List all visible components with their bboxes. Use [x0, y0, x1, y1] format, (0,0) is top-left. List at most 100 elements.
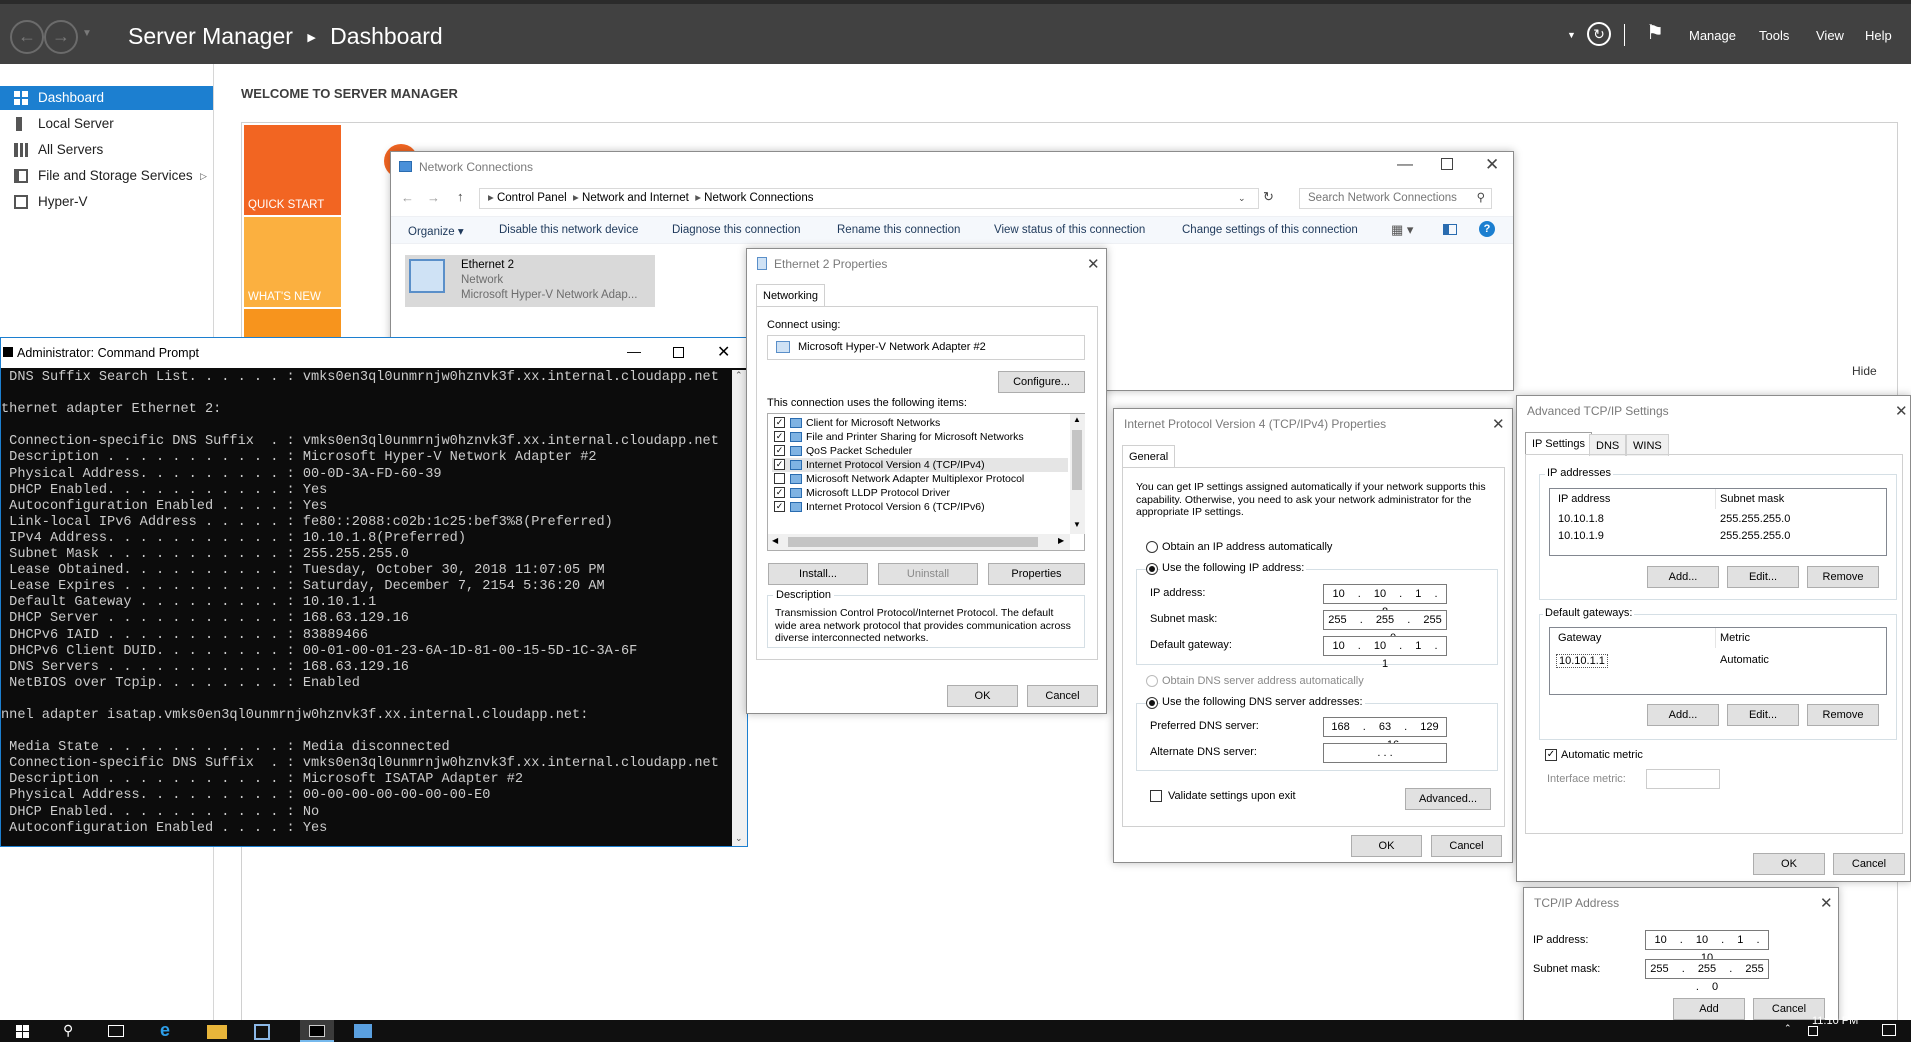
column-header[interactable]: Subnet mask [1720, 493, 1784, 505]
close-icon[interactable]: ✕ [1895, 402, 1908, 420]
chevron-down-icon[interactable]: ⌄ [1238, 189, 1246, 208]
add-ip-button[interactable]: Add... [1647, 566, 1719, 588]
menu-tools[interactable]: Tools [1759, 28, 1789, 43]
gateway-cell[interactable]: 10.10.1.1 [1556, 654, 1608, 668]
flag-icon[interactable]: ⚑ [1646, 20, 1664, 45]
use-dns-label[interactable]: Use the following DNS server addresses: [1160, 696, 1365, 708]
notifications-dropdown-icon[interactable]: ▼ [1567, 30, 1576, 40]
maximize-icon[interactable] [673, 347, 684, 358]
network-tray-icon[interactable] [1808, 1026, 1818, 1036]
forward-button[interactable]: → [44, 20, 78, 54]
forward-icon[interactable]: → [427, 190, 440, 205]
preview-pane-icon[interactable] [1443, 224, 1457, 235]
scroll-thumb[interactable] [1072, 430, 1082, 490]
breadcrumb-network-internet[interactable]: Network and Internet [582, 192, 689, 204]
network-connections-taskbar-icon[interactable] [354, 1024, 372, 1038]
cancel-button[interactable]: Cancel [1027, 685, 1098, 707]
search-input[interactable]: Search Network Connections ⚲ [1299, 188, 1492, 209]
subnet-mask-field[interactable]: 255 . 255 . 255 . 0 [1645, 959, 1769, 993]
list-item[interactable]: ✓ Client for Microsoft Networks [772, 416, 1068, 430]
ok-button[interactable]: OK [947, 685, 1018, 707]
breadcrumb-control-panel[interactable]: Control Panel [497, 192, 567, 204]
ok-button[interactable]: OK [1753, 853, 1825, 875]
obtain-dns-auto-radio[interactable] [1146, 675, 1158, 687]
sidebar-item-hyper-v[interactable]: Hyper-V [0, 190, 213, 214]
hide-link[interactable]: Hide [1852, 364, 1877, 378]
chevron-right-icon[interactable]: ▷ [200, 164, 207, 188]
ip-address-field[interactable]: 10 . 10 . 1 . 10 [1645, 930, 1769, 964]
ip-addresses-list[interactable]: IP address Subnet mask 10.10.1.8 255.255… [1549, 488, 1887, 556]
maximize-icon[interactable] [1441, 158, 1453, 170]
back-icon[interactable]: ← [401, 190, 414, 205]
tab-general[interactable]: General [1122, 445, 1176, 467]
file-explorer-icon[interactable] [207, 1025, 227, 1039]
sidebar-item-all-servers[interactable]: All Servers [0, 138, 213, 162]
ok-button[interactable]: OK [1351, 835, 1422, 857]
tab-networking[interactable]: Networking [756, 284, 826, 306]
whats-new-tile[interactable]: WHAT'S NEW [244, 217, 341, 307]
edit-ip-button[interactable]: Edit... [1727, 566, 1799, 588]
item-checkbox[interactable]: ✓ [774, 459, 785, 470]
clock[interactable]: 11:10 PM [1812, 1015, 1858, 1027]
menu-help[interactable]: Help [1865, 28, 1892, 43]
breadcrumb-network-connections[interactable]: Network Connections [704, 192, 813, 204]
close-icon[interactable]: ✕ [1087, 255, 1100, 273]
minimize-icon[interactable]: — [627, 343, 641, 359]
command-prompt-taskbar-button[interactable] [300, 1020, 334, 1042]
view-options-icon[interactable]: ▦ ▾ [1391, 222, 1413, 238]
ip-address-field[interactable]: 10 . 10 . 1 . 8 [1323, 584, 1447, 618]
item-checkbox[interactable]: ✓ [774, 501, 785, 512]
list-item[interactable]: ✓ Internet Protocol Version 4 (TCP/IPv4) [772, 458, 1068, 472]
item-checkbox[interactable]: ✓ [774, 445, 785, 456]
cancel-button[interactable]: Cancel [1833, 853, 1905, 875]
address-bar[interactable]: ▸ Control Panel ▸ Network and Internet ▸… [479, 188, 1259, 209]
gateways-list[interactable]: Gateway Metric 10.10.1.1 Automatic [1549, 627, 1887, 695]
scroll-track[interactable] [734, 390, 744, 790]
advanced-button[interactable]: Advanced... [1405, 788, 1491, 810]
validate-label[interactable]: Validate settings upon exit [1168, 790, 1296, 802]
disable-device-button[interactable]: Disable this network device [499, 224, 638, 236]
windows-start-icon[interactable] [16, 1025, 29, 1038]
mask-cell[interactable]: 255.255.255.0 [1720, 513, 1790, 525]
menu-view[interactable]: View [1816, 28, 1844, 43]
scroll-right-icon[interactable]: ▶ [1058, 536, 1064, 545]
change-settings-button[interactable]: Change settings of this connection [1182, 224, 1358, 236]
scroll-down-icon[interactable]: ⌄ [735, 833, 743, 844]
install-button[interactable]: Install... [768, 563, 868, 585]
internet-explorer-icon[interactable]: e [160, 1020, 170, 1041]
mask-cell[interactable]: 255.255.255.0 [1720, 530, 1790, 542]
close-icon[interactable]: ✕ [1492, 415, 1505, 433]
back-button[interactable]: ← [10, 20, 44, 54]
item-checkbox[interactable] [774, 473, 785, 484]
rename-button[interactable]: Rename this connection [837, 224, 960, 236]
add-gateway-button[interactable]: Add... [1647, 704, 1719, 726]
obtain-ip-auto-label[interactable]: Obtain an IP address automatically [1162, 541, 1332, 553]
obtain-dns-auto-label[interactable]: Obtain DNS server address automatically [1162, 675, 1364, 687]
sidebar-item-local-server[interactable]: Local Server [0, 112, 213, 136]
use-ip-label[interactable]: Use the following IP address: [1160, 562, 1307, 574]
hscroll-thumb[interactable] [788, 537, 1038, 547]
learn-more-tile[interactable] [244, 309, 341, 339]
server-manager-icon[interactable] [254, 1024, 270, 1040]
uninstall-button[interactable]: Uninstall [878, 563, 978, 585]
quick-start-tile[interactable]: QUICK START [244, 125, 341, 215]
adapter-ethernet-2[interactable]: Ethernet 2 Network Microsoft Hyper-V Net… [405, 255, 655, 307]
scroll-up-icon[interactable]: ▲ [1073, 415, 1081, 424]
tray-chevron-icon[interactable]: ⌃ [1784, 1023, 1792, 1034]
use-dns-radio[interactable] [1146, 697, 1158, 709]
menu-manage[interactable]: Manage [1689, 28, 1736, 43]
close-icon[interactable]: ✕ [1820, 894, 1833, 912]
scroll-left-icon[interactable]: ◀ [772, 536, 778, 545]
remove-gateway-button[interactable]: Remove [1807, 704, 1879, 726]
diagnose-button[interactable]: Diagnose this connection [672, 224, 801, 236]
ip-cell[interactable]: 10.10.1.9 [1558, 530, 1604, 542]
ip-cell[interactable]: 10.10.1.8 [1558, 513, 1604, 525]
tab-dns[interactable]: DNS [1589, 434, 1627, 456]
properties-button[interactable]: Properties [988, 563, 1085, 585]
up-icon[interactable]: ↑ [457, 189, 464, 204]
add-button[interactable]: Add [1673, 998, 1745, 1020]
use-ip-radio[interactable] [1146, 563, 1158, 575]
automatic-metric-label[interactable]: Automatic metric [1561, 749, 1643, 761]
column-header[interactable]: Metric [1720, 632, 1750, 644]
subnet-mask-field[interactable]: 255 . 255 . 255 . 0 [1323, 610, 1447, 644]
